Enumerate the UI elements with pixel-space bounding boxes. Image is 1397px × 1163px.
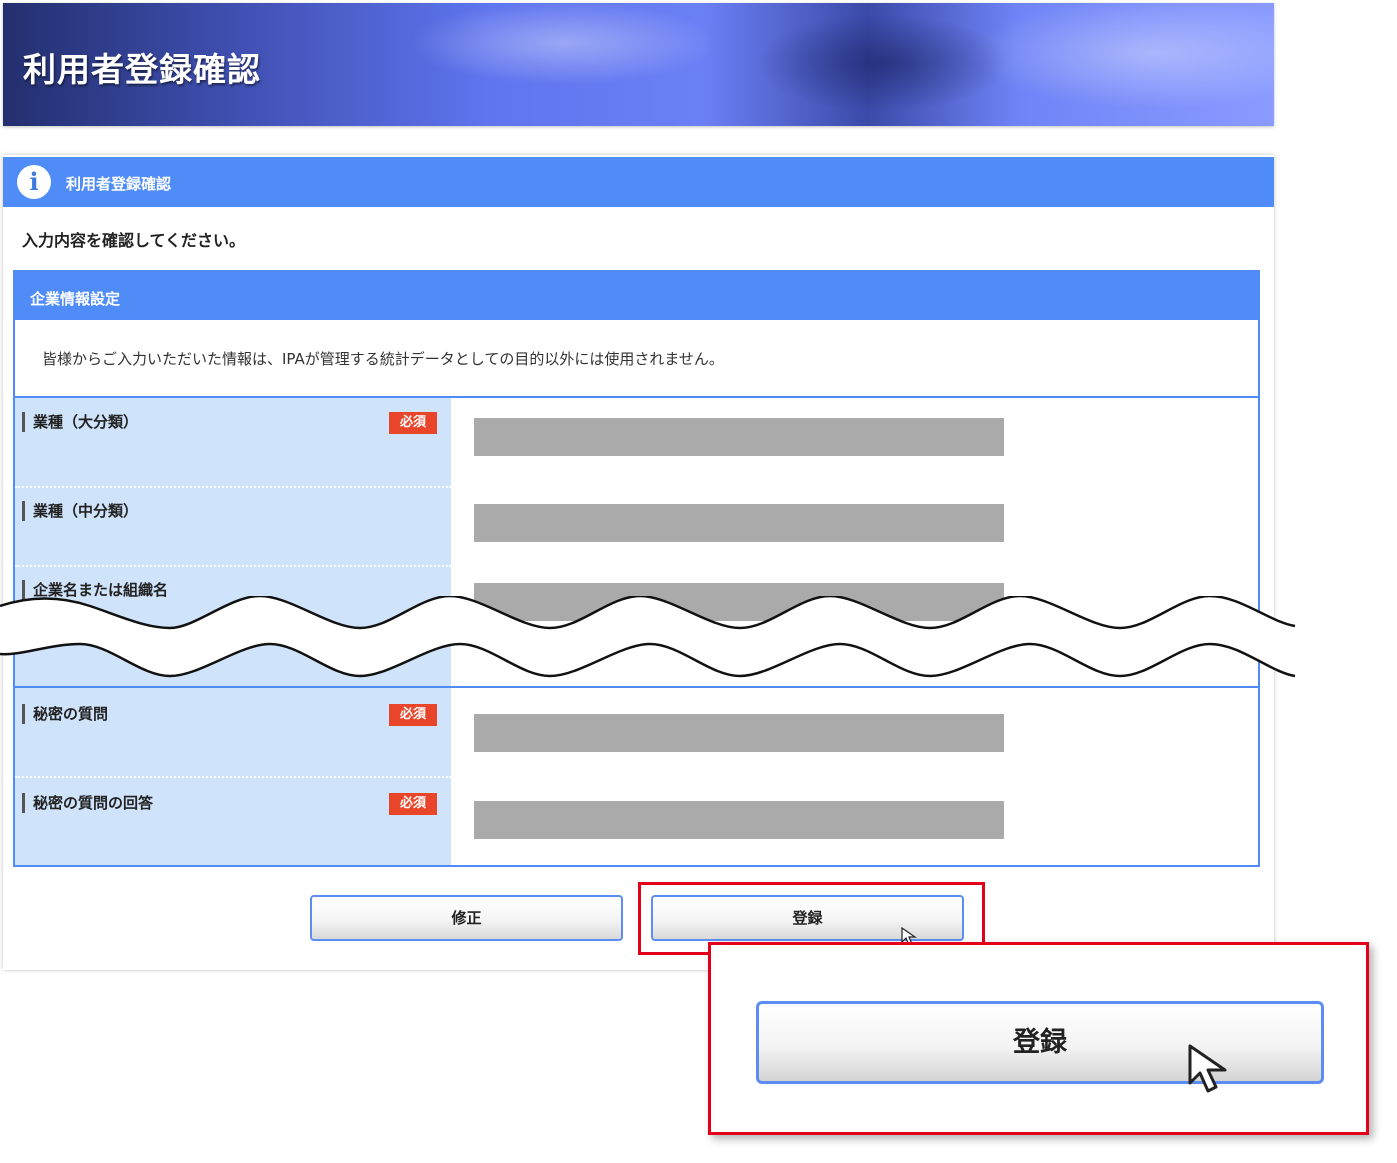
zoom-callout: 登録: [708, 942, 1369, 1135]
row-separator: [15, 565, 451, 567]
panel-header: i 利用者登録確認: [3, 157, 1274, 207]
section-title: 企業情報設定: [30, 290, 121, 308]
panel-header-title: 利用者登録確認: [66, 175, 172, 193]
page-title: 利用者登録確認: [23, 50, 261, 89]
field-label-industry-major: 業種（大分類）: [22, 412, 138, 432]
field-label-industry-middle: 業種（中分類）: [22, 501, 138, 521]
required-badge: 必須: [389, 704, 437, 726]
privacy-notice: 皆様からご入力いただいた情報は、IPAが管理する統計データとしての目的以外には使…: [15, 320, 1258, 398]
register-button-zoomed[interactable]: 登録: [756, 1001, 1324, 1084]
required-badge: 必須: [389, 793, 437, 815]
company-info-section: 企業情報設定 皆様からご入力いただいた情報は、IPAが管理する統計データとしての…: [13, 270, 1260, 867]
field-value-secret-answer: [474, 801, 1004, 839]
field-value-industry-major: [474, 418, 1004, 456]
field-label-secret-question: 秘密の質問: [22, 704, 108, 724]
info-icon: i: [17, 165, 51, 199]
omission-wave-marker: [0, 596, 1296, 678]
field-value-secret-question: [474, 714, 1004, 752]
modify-button[interactable]: 修正: [310, 895, 623, 941]
row-separator: [15, 776, 451, 778]
field-value-industry-middle: [474, 504, 1004, 542]
privacy-notice-text: 皆様からご入力いただいた情報は、IPAが管理する統計データとしての目的以外には使…: [42, 350, 724, 368]
page-banner: 利用者登録確認: [3, 3, 1274, 126]
required-badge: 必須: [389, 412, 437, 434]
row-separator: [15, 486, 451, 488]
mouse-cursor-icon: [1188, 1044, 1227, 1093]
section-header: 企業情報設定: [15, 272, 1258, 320]
field-label-secret-answer: 秘密の質問の回答: [22, 793, 153, 813]
instruction-text: 入力内容を確認してください。: [22, 231, 246, 250]
